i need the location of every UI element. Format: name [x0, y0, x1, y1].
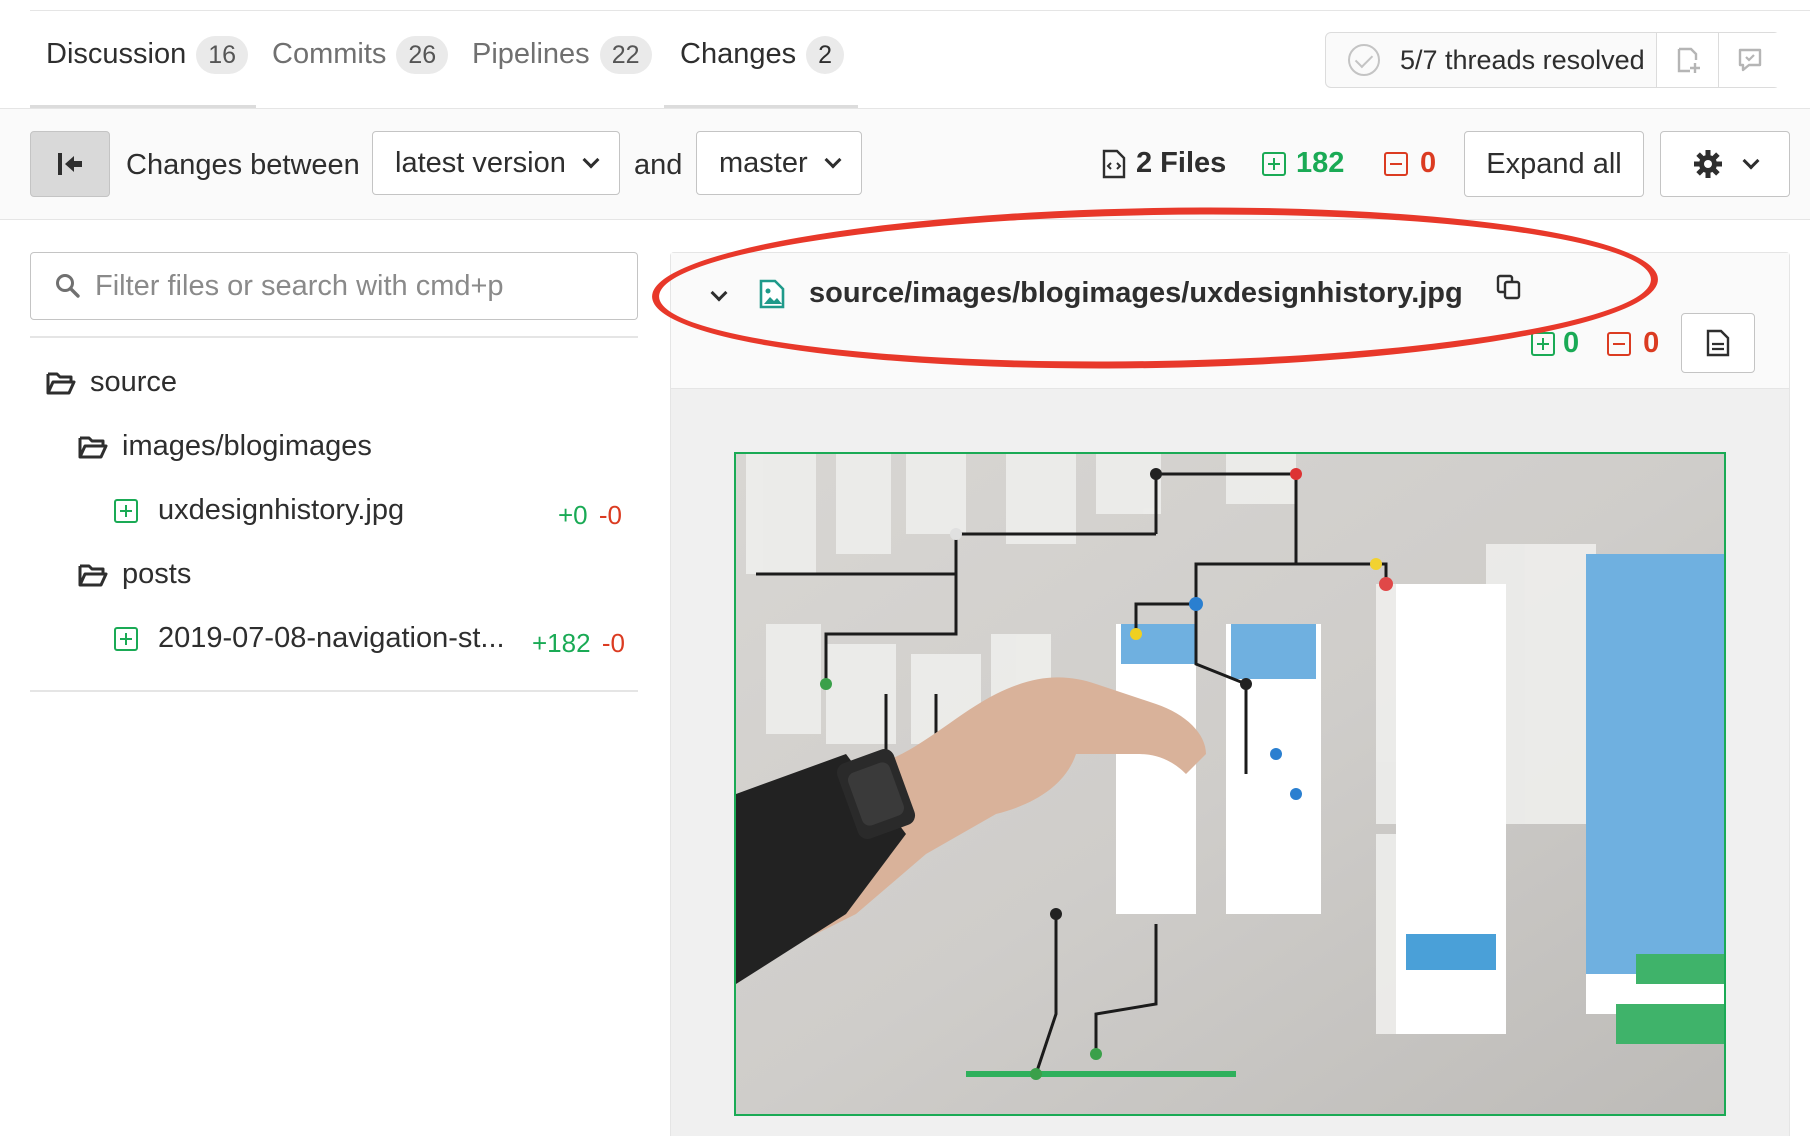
- file-image-icon: [759, 279, 785, 309]
- tab-count: 2: [806, 36, 844, 74]
- collapse-file-chevron-icon[interactable]: [710, 284, 728, 302]
- jump-next-thread-button[interactable]: [1718, 33, 1780, 87]
- check-circle-icon: [1348, 44, 1380, 76]
- diff-file-additions: 0: [1563, 327, 1580, 359]
- plus-square-icon: [1262, 151, 1286, 176]
- from-version-value: latest version: [395, 146, 566, 179]
- tab-count: 22: [599, 36, 652, 74]
- sidebar-divider: [30, 690, 638, 692]
- toggle-file-tree-button[interactable]: [30, 131, 110, 197]
- chevron-down-icon: [824, 151, 842, 169]
- tab-commits[interactable]: Commits 26: [256, 30, 456, 108]
- additions-count: 182: [1262, 147, 1344, 180]
- diff-file-deletions: 0: [1643, 327, 1660, 359]
- deletions-count: 0: [1384, 147, 1436, 180]
- new-issue-icon: [1677, 47, 1700, 73]
- additions-value: 182: [1296, 147, 1345, 179]
- tree-file-navigation-post[interactable]: 2019-07-08-navigation-st...: [114, 622, 505, 655]
- tab-pipelines[interactable]: Pipelines 22: [456, 30, 664, 108]
- folder-open-icon: [46, 372, 76, 394]
- tab-label: Commits: [272, 38, 387, 70]
- minus-square-icon: [1607, 331, 1632, 356]
- merge-request-tabs: Discussion 16 Commits 26 Pipelines 22 Ch…: [30, 30, 858, 108]
- tree-item-label: source: [90, 366, 178, 398]
- tree-folder-posts[interactable]: posts: [78, 558, 191, 591]
- tab-count: 16: [196, 36, 249, 74]
- minus-square-icon: [1384, 151, 1408, 176]
- diff-toolbar: Changes between latest version and maste…: [0, 108, 1810, 220]
- diff-settings-button[interactable]: [1660, 131, 1790, 197]
- tab-count: 26: [396, 36, 449, 74]
- ux-board-photo: [736, 454, 1724, 1114]
- tree-file-uxdesignhistory[interactable]: uxdesignhistory.jpg: [114, 494, 404, 527]
- tab-label: Discussion: [46, 38, 187, 70]
- tab-label: Changes: [680, 38, 797, 70]
- tree-folder-images-blogimages[interactable]: images/blogimages: [78, 430, 372, 463]
- tree-item-label: uxdesignhistory.jpg: [158, 494, 405, 526]
- top-divider: [30, 10, 1810, 11]
- threads-resolved-label: 5/7 threads resolved: [1400, 44, 1645, 75]
- folder-open-icon: [78, 436, 108, 458]
- chevron-down-icon: [1742, 152, 1760, 170]
- tree-item-label: posts: [122, 558, 192, 590]
- expand-all-label: Expand all: [1486, 147, 1622, 180]
- added-image-preview: [734, 452, 1726, 1116]
- file-additions: +182: [532, 628, 591, 658]
- file-diffstat: +0 -0: [558, 500, 622, 531]
- tree-item-label: 2019-07-08-navigation-st...: [158, 622, 505, 654]
- comment-icon: [1738, 48, 1761, 72]
- sidebar-divider: [30, 336, 638, 338]
- tree-item-label: images/blogimages: [122, 430, 372, 462]
- and-label: and: [634, 149, 683, 181]
- changes-between-label: Changes between: [126, 149, 360, 181]
- folder-open-icon: [78, 564, 108, 586]
- threads-resolved-widget: 5/7 threads resolved: [1325, 32, 1780, 88]
- file-code-icon: [1102, 149, 1126, 178]
- tree-folder-source[interactable]: source: [46, 366, 177, 399]
- file-added-icon: [114, 626, 138, 651]
- tab-label: Pipelines: [472, 38, 590, 70]
- tab-discussion[interactable]: Discussion 16: [30, 30, 256, 108]
- file-additions: +0: [558, 500, 588, 530]
- chevron-down-icon: [582, 151, 600, 169]
- to-version-dropdown[interactable]: master: [696, 131, 862, 195]
- copy-icon[interactable]: [1495, 273, 1523, 301]
- deletions-value: 0: [1420, 147, 1437, 179]
- file-filter-search[interactable]: [30, 252, 638, 320]
- files-count: 2 Files: [1102, 147, 1226, 180]
- collapse-left-icon: [58, 153, 82, 175]
- file-added-icon: [114, 498, 138, 523]
- file-icon: [1706, 329, 1730, 357]
- file-deletions: -0: [601, 628, 625, 658]
- diff-file-path[interactable]: source/images/blogimages/uxdesignhistory…: [809, 277, 1463, 310]
- file-deletions: -0: [598, 500, 623, 530]
- view-file-button[interactable]: [1681, 313, 1755, 373]
- resolve-all-issue-button[interactable]: [1656, 33, 1718, 87]
- diff-file-stats: 0 0: [1531, 327, 1659, 360]
- gear-icon: [1694, 150, 1722, 178]
- search-icon: [56, 274, 80, 298]
- to-version-value: master: [719, 146, 808, 179]
- diff-file-header: source/images/blogimages/uxdesignhistory…: [671, 253, 1789, 389]
- file-diffstat: +182 -0: [532, 628, 625, 659]
- plus-square-icon: [1531, 331, 1555, 356]
- file-filter-input[interactable]: [95, 269, 615, 303]
- files-count-label: 2 Files: [1136, 147, 1227, 179]
- expand-all-button[interactable]: Expand all: [1464, 131, 1644, 197]
- from-version-dropdown[interactable]: latest version: [372, 131, 620, 195]
- tab-changes[interactable]: Changes 2: [664, 30, 858, 108]
